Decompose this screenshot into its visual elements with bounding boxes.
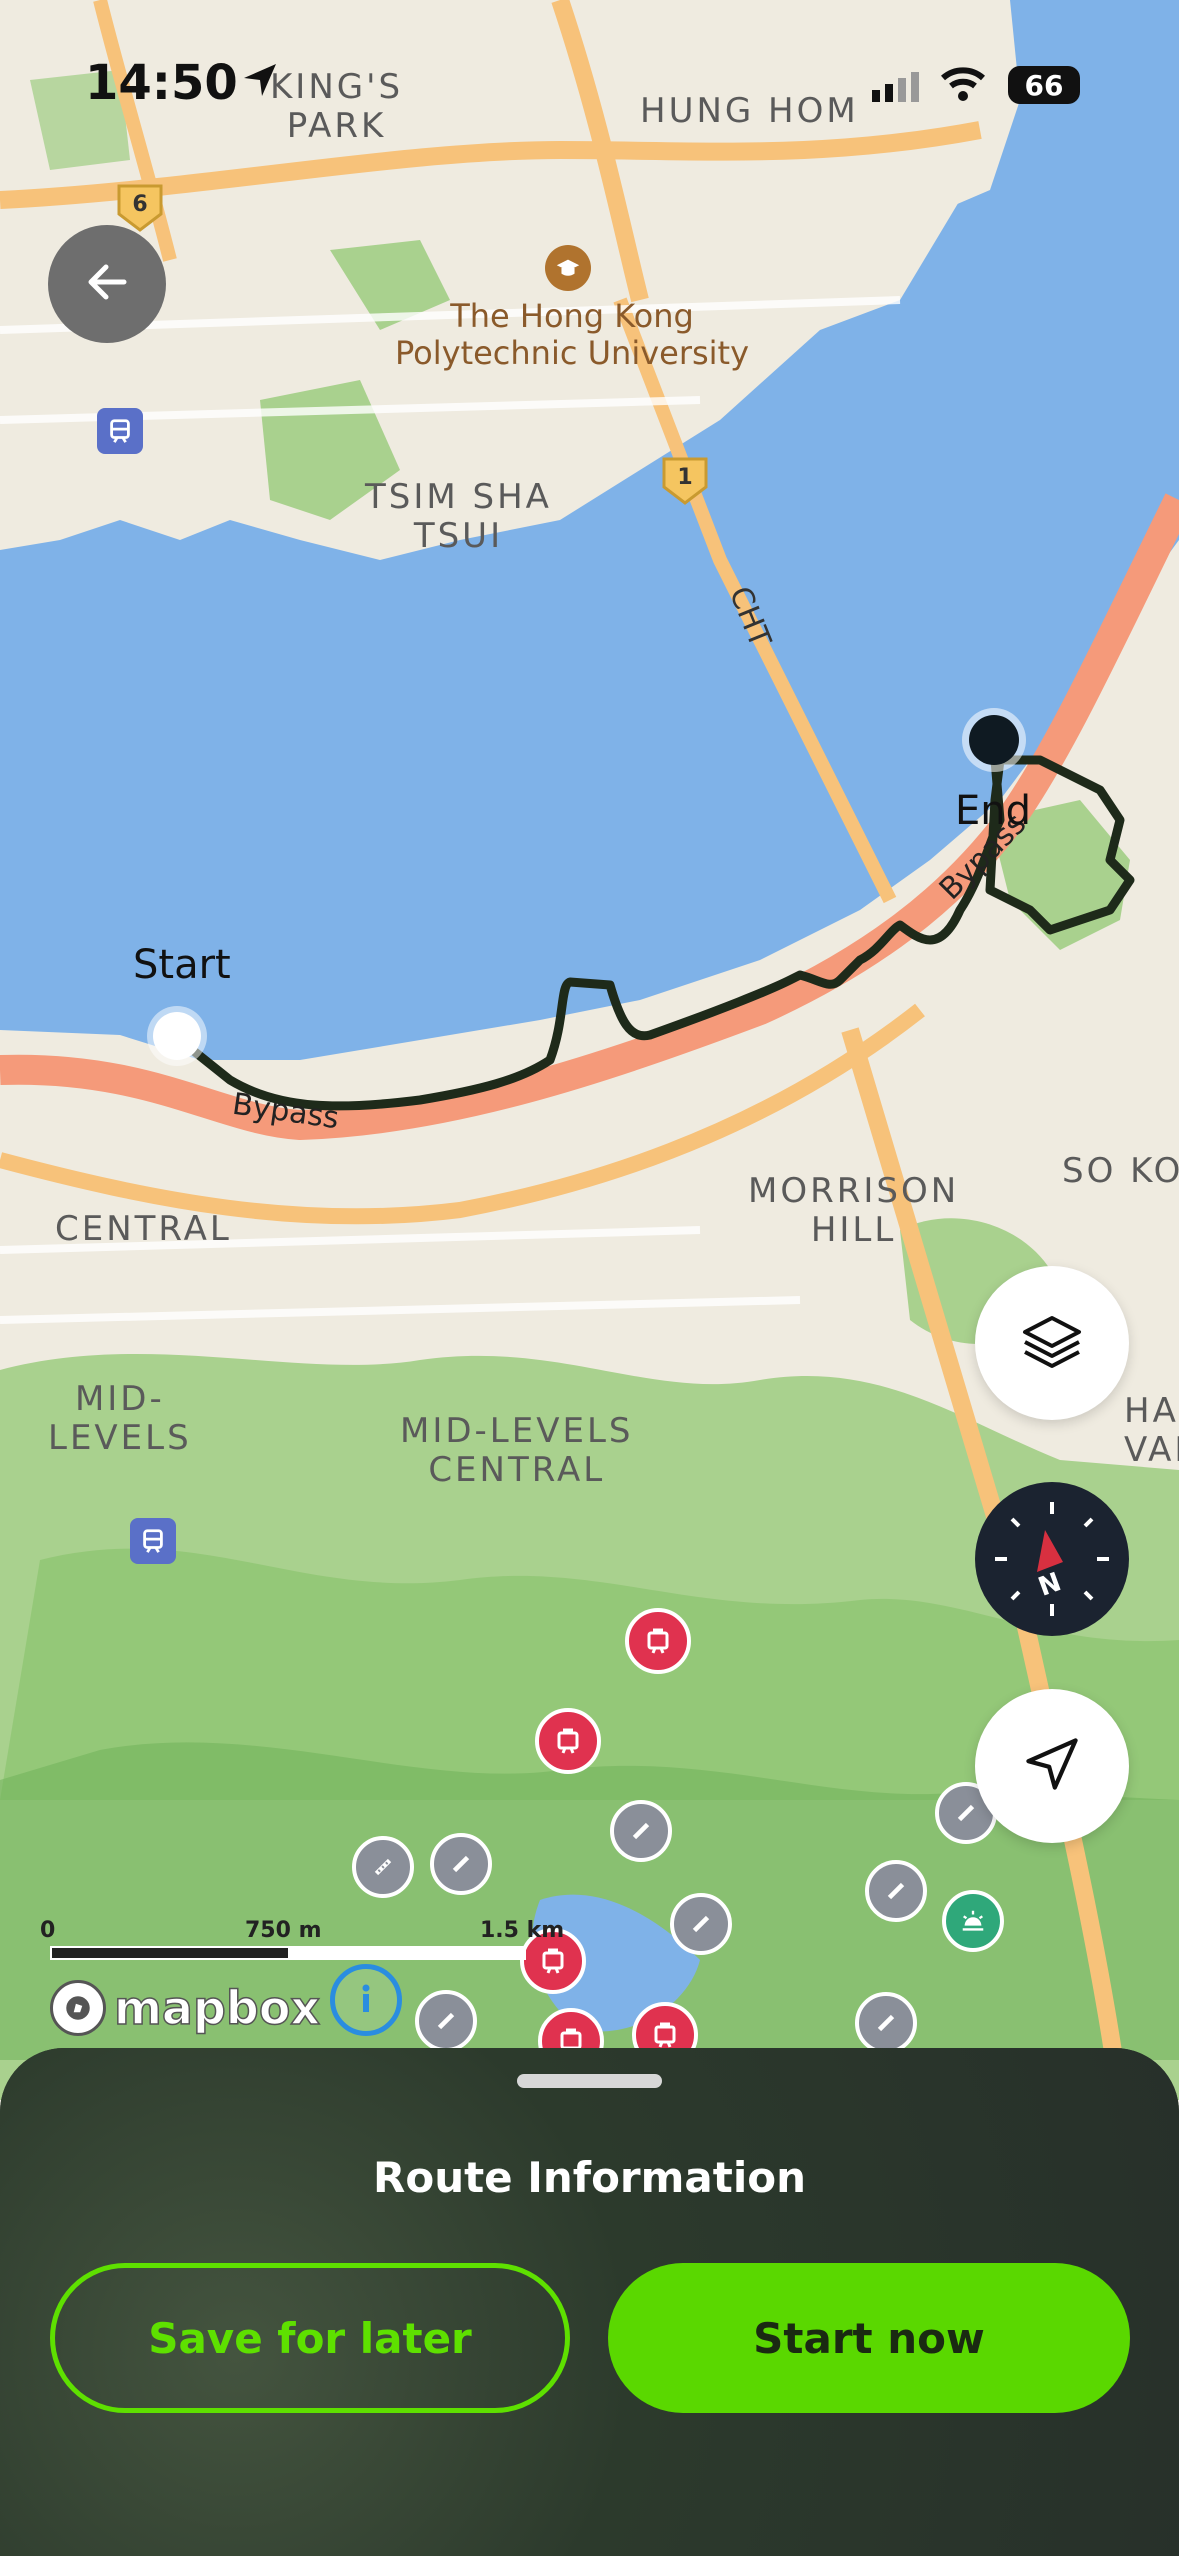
- info-icon: [346, 1978, 386, 2022]
- scale-label-max: 1.5 km: [480, 1918, 565, 1943]
- label-hung-hom: HUNG HOM: [640, 91, 859, 131]
- trail-marker-icon[interactable]: [865, 1860, 927, 1922]
- sheet-title: Route Information: [373, 2153, 806, 2202]
- trail-marker-icon[interactable]: [352, 1836, 414, 1898]
- start-now-label: Start now: [753, 2313, 985, 2363]
- route-info-sheet[interactable]: Route Information Save for later Start n…: [0, 2048, 1179, 2556]
- route-start-label: Start: [133, 942, 231, 988]
- label-ha-val: HA VAL: [1124, 1391, 1179, 1471]
- navigation-arrow-icon: [1019, 1731, 1085, 1801]
- layers-icon: [1017, 1306, 1087, 1380]
- tram-stop-icon[interactable]: [625, 1608, 691, 1674]
- wifi-icon: [940, 64, 986, 106]
- battery-level: 66: [1024, 68, 1064, 102]
- recenter-button[interactable]: [975, 1689, 1129, 1843]
- scale-label-zero: 0: [40, 1918, 56, 1943]
- label-mid-levels: MID- LEVELS: [48, 1379, 192, 1459]
- viewpoint-icon[interactable]: [942, 1890, 1004, 1952]
- label-so-kon: SO KON: [1062, 1151, 1179, 1191]
- trail-marker-icon[interactable]: [670, 1893, 732, 1955]
- route-shield-1: 1: [660, 455, 710, 507]
- cellular-signal-icon: [872, 70, 924, 106]
- attribution-info-button[interactable]: [330, 1964, 402, 2036]
- sheet-drag-handle[interactable]: [517, 2074, 662, 2088]
- save-for-later-button[interactable]: Save for later: [50, 2263, 570, 2413]
- scale-label-mid: 750 m: [245, 1918, 322, 1943]
- trail-marker-icon[interactable]: [430, 1833, 492, 1895]
- trail-marker-icon[interactable]: [855, 1992, 917, 2054]
- label-central: CENTRAL: [55, 1209, 232, 1249]
- mapbox-logo[interactable]: mapbox: [50, 1980, 321, 2036]
- compass-button[interactable]: N: [975, 1482, 1129, 1636]
- status-time: 14:50: [85, 55, 238, 111]
- label-mid-levels-central: MID-LEVELS CENTRAL: [400, 1411, 634, 1491]
- battery-icon: 66: [1008, 66, 1080, 104]
- label-polyu: The Hong Kong Polytechnic University: [395, 297, 750, 372]
- label-morrison-hill: MORRISON HILL: [748, 1171, 960, 1251]
- arrow-left-icon: [82, 257, 132, 311]
- route-end-marker[interactable]: [969, 715, 1019, 765]
- label-tsim-sha-tsui: TSIM SHA TSUI: [365, 477, 552, 557]
- mapbox-wordmark: mapbox: [113, 1980, 321, 2036]
- scale-bar: [50, 1946, 526, 1960]
- back-button[interactable]: [48, 225, 166, 343]
- tram-stop-icon[interactable]: [535, 1708, 601, 1774]
- label-kings-park: KING'S PARK: [270, 67, 404, 147]
- route-start-marker[interactable]: [153, 1012, 201, 1060]
- metro-station-icon[interactable]: [130, 1518, 176, 1564]
- mapbox-logo-icon: [50, 1980, 106, 2036]
- metro-station-icon[interactable]: [97, 408, 143, 454]
- layers-button[interactable]: [975, 1266, 1129, 1420]
- save-for-later-label: Save for later: [148, 2313, 472, 2363]
- university-icon[interactable]: [545, 245, 591, 291]
- trail-marker-icon[interactable]: [610, 1800, 672, 1862]
- start-now-button[interactable]: Start now: [608, 2263, 1130, 2413]
- trail-marker-icon[interactable]: [415, 1990, 477, 2052]
- route-end-label: End: [955, 788, 1032, 834]
- compass-icon: N: [975, 1482, 1129, 1636]
